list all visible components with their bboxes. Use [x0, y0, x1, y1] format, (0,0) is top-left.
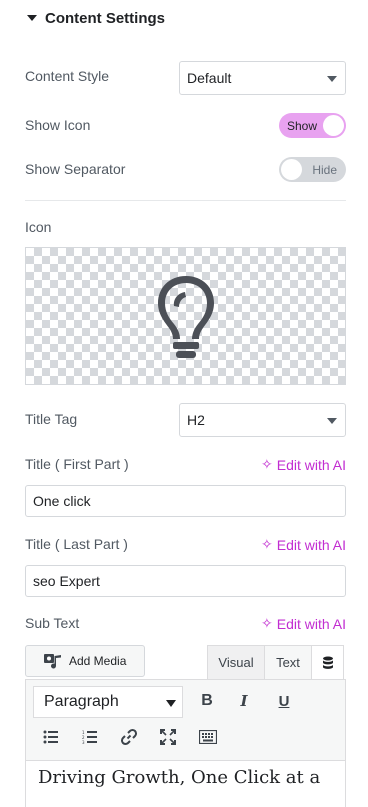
- numbered-list-icon: 1 2 3: [82, 730, 97, 744]
- edit-with-ai-link[interactable]: ✧ Edit with AI: [261, 456, 346, 473]
- toolbar-toggle-button[interactable]: [196, 725, 220, 749]
- show-separator-label: Show Separator: [25, 161, 126, 177]
- editor-content[interactable]: Driving Growth, One Click at a: [26, 760, 345, 807]
- bulleted-list-button[interactable]: [39, 725, 63, 749]
- tab-visual[interactable]: Visual: [207, 645, 265, 680]
- title-tag-value: H2: [187, 412, 205, 428]
- sub-text-label: Sub Text: [25, 615, 80, 631]
- sparkle-icon: ✧: [261, 615, 273, 631]
- bold-button[interactable]: B: [195, 689, 219, 713]
- content-settings-header[interactable]: Content Settings: [27, 8, 165, 28]
- show-separator-toggle[interactable]: Hide: [279, 157, 346, 182]
- edit-with-ai-link[interactable]: ✧ Edit with AI: [261, 615, 346, 632]
- editor-tabs: Visual Text: [207, 645, 344, 680]
- title-last-input[interactable]: seo Expert: [25, 565, 346, 597]
- content-style-select[interactable]: Default: [179, 61, 346, 95]
- show-icon-toggle[interactable]: Show: [279, 113, 346, 138]
- title-last-label: Title ( Last Part ): [25, 536, 128, 552]
- link-icon: [120, 728, 138, 746]
- format-select[interactable]: Paragraph: [33, 686, 183, 718]
- icon-label: Icon: [25, 219, 52, 235]
- content-style-value: Default: [187, 70, 232, 86]
- title-tag-select[interactable]: H2: [179, 403, 346, 437]
- toggle-knob: [323, 115, 344, 136]
- underline-button[interactable]: U: [272, 689, 296, 713]
- toggle-state-text: Hide: [312, 162, 337, 177]
- title-first-input[interactable]: One click: [25, 485, 346, 517]
- divider: [25, 200, 346, 201]
- edit-with-ai-label: Edit with AI: [276, 456, 346, 473]
- wysiwyg-editor: Paragraph B I U 1 2 3 Driving Growth, On…: [25, 679, 346, 807]
- sparkle-icon: ✧: [261, 456, 273, 472]
- section-title: Content Settings: [45, 9, 165, 27]
- bulleted-list-icon: [43, 730, 58, 744]
- add-media-button[interactable]: Add Media: [25, 645, 145, 677]
- fullscreen-button[interactable]: [156, 725, 180, 749]
- chevron-down-icon: [327, 418, 337, 424]
- sparkle-icon: ✧: [261, 536, 273, 552]
- media-icon: [44, 654, 61, 669]
- fullscreen-icon: [160, 729, 176, 745]
- dynamic-tags-button[interactable]: [312, 645, 344, 680]
- edit-with-ai-label: Edit with AI: [276, 615, 346, 632]
- caret-down-icon: [27, 15, 37, 21]
- chevron-down-icon: [166, 700, 176, 707]
- edit-with-ai-link[interactable]: ✧ Edit with AI: [261, 536, 346, 553]
- chevron-down-icon: [327, 76, 337, 82]
- edit-with-ai-label: Edit with AI: [276, 536, 346, 553]
- toggle-knob: [281, 159, 302, 180]
- content-style-label: Content Style: [25, 68, 110, 84]
- format-value: Paragraph: [44, 693, 119, 710]
- numbered-list-button[interactable]: 1 2 3: [78, 725, 102, 749]
- italic-button[interactable]: I: [232, 689, 256, 713]
- insert-link-button[interactable]: [117, 725, 141, 749]
- lightbulb-icon: [158, 276, 214, 358]
- title-tag-label: Title Tag: [25, 411, 78, 427]
- keyboard-icon: [199, 730, 217, 744]
- title-first-label: Title ( First Part ): [25, 456, 129, 472]
- show-icon-label: Show Icon: [25, 117, 91, 133]
- icon-picker[interactable]: [25, 247, 346, 385]
- database-icon: [322, 656, 333, 669]
- add-media-label: Add Media: [69, 654, 127, 668]
- toggle-state-text: Show: [287, 118, 318, 133]
- svg-text:3: 3: [82, 740, 85, 744]
- tab-text[interactable]: Text: [265, 645, 312, 680]
